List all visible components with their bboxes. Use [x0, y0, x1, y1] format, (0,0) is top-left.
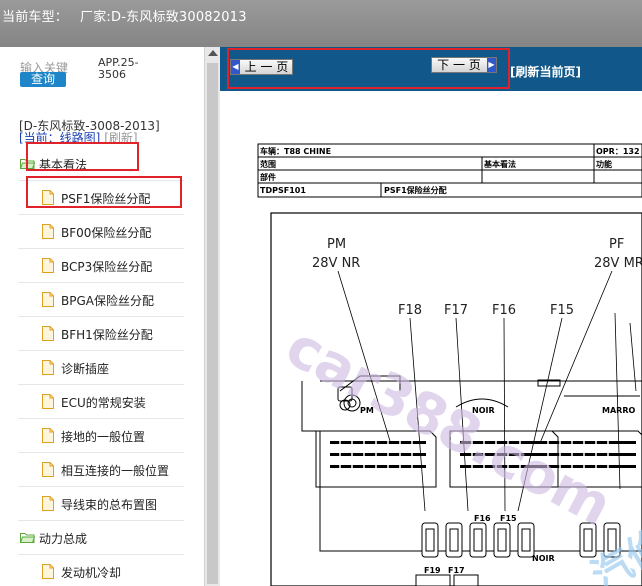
tree-item[interactable]: 相互连接的一般位置: [18, 453, 184, 487]
current-vehicle-label: 当前车型：: [2, 10, 69, 25]
sidebar: 输入关键 查询 APP.25- 3506 [D-东风标致-3008-2013] …: [0, 47, 204, 586]
tree-item-label: BF00保险丝分配: [61, 226, 152, 240]
document-icon: [42, 428, 54, 443]
highlight-item-box: [26, 176, 182, 208]
document-icon: [42, 258, 54, 273]
refresh-page-link[interactable]: [刷新当前页]: [510, 63, 581, 80]
tree-list: 基本看法 PSF1保险丝分配 BF00保险丝分配 BCP3保险丝分配 BPGA保险丝分配…: [18, 147, 184, 586]
search-button[interactable]: 查询: [20, 72, 66, 87]
tree-item[interactable]: BF00保险丝分配: [18, 215, 184, 249]
document-icon: [42, 326, 54, 341]
scroll-up-arrow-icon[interactable]: [208, 50, 218, 56]
highlight-category-box: [26, 142, 139, 171]
pf-label: PF: [609, 237, 624, 252]
tree-item[interactable]: BPGA保险丝分配: [18, 283, 184, 317]
doc-part: 部件: [260, 172, 276, 182]
tree-item-label: 相互连接的一般位置: [61, 464, 170, 478]
tree-item-label: 动力总成: [39, 532, 88, 546]
tree-item[interactable]: BFH1保险丝分配: [18, 317, 184, 351]
f19-small: F19: [424, 566, 441, 575]
doc-function: 功能: [596, 159, 612, 169]
tree-item[interactable]: 诊断插座: [18, 351, 184, 385]
current-vehicle-title: 当前车型： 厂家:D-东风标致30082013: [2, 6, 247, 25]
tree-item-label: BPGA保险丝分配: [61, 294, 154, 308]
fuse-label-f15: F15: [550, 303, 574, 318]
marron-label: MARRO: [602, 406, 635, 415]
noir-bottom: NOIR: [532, 554, 555, 563]
pm-volt: 28V NR: [312, 256, 360, 271]
fuse-label-f16: F16: [492, 303, 516, 318]
title-extra: .: [231, 12, 235, 23]
tree-item-label: 诊断插座: [61, 362, 110, 376]
scroll-thumb[interactable]: [207, 63, 218, 584]
folder-open-icon: [19, 532, 36, 543]
document-page: 车辆：T88 CHINE OPR：132 范围 基本看法 功能 部件 TDPSF…: [220, 91, 642, 586]
document-icon: [42, 564, 54, 579]
tree-item-label: BCP3保险丝分配: [61, 260, 153, 274]
document-icon: [42, 360, 54, 375]
document-icon: [42, 496, 54, 511]
document-icon: [42, 224, 54, 239]
doc-opr: OPR：132: [596, 147, 640, 156]
f16-small: F16: [474, 514, 491, 523]
current-vehicle-value: 厂家:D-东风标致30082013: [80, 10, 247, 25]
pm-label: PM: [327, 237, 346, 252]
app-id: APP.25- 3506: [98, 57, 139, 81]
tree-item[interactable]: BCP3保险丝分配: [18, 249, 184, 283]
tree-item[interactable]: ECU的常规安装: [18, 385, 184, 419]
f17-small: F17: [448, 566, 465, 575]
fuse-label-f17: F17: [444, 303, 468, 318]
doc-title: PSF1保险丝分配: [384, 185, 447, 195]
f15-small: F15: [500, 514, 517, 523]
fuse-label-f18: F18: [398, 303, 422, 318]
tree-item-label: 发动机冷却: [61, 566, 122, 580]
tree-item-label: 导线束的总布置图: [61, 498, 158, 512]
tree-item-label: ECU的常规安装: [61, 396, 146, 410]
tree-category[interactable]: 动力总成: [18, 521, 184, 555]
top-title-bar: 当前车型： 厂家:D-东风标致30082013 .: [0, 0, 642, 47]
app-id-line-2: 3506: [98, 68, 126, 81]
doc-code: TDPSF101: [260, 186, 306, 195]
tree-item[interactable]: 接地的一般位置: [18, 419, 184, 453]
document-icon: [42, 462, 54, 477]
doc-scope: 范围: [260, 159, 276, 169]
tree-item-label: BFH1保险丝分配: [61, 328, 153, 342]
document-icon: [42, 394, 54, 409]
tree-item[interactable]: 发动机冷却: [18, 555, 184, 586]
pf-volt: 28V MR: [594, 256, 642, 271]
sidebar-scrollbar[interactable]: [204, 47, 220, 586]
tree-item-label: 接地的一般位置: [61, 430, 146, 444]
doc-vehicle: 车辆：T88 CHINE: [260, 146, 331, 156]
document-icon: [42, 292, 54, 307]
highlight-nav-box: [227, 48, 510, 89]
tree-item[interactable]: 导线束的总布置图: [18, 487, 184, 521]
doc-basic: 基本看法: [483, 159, 516, 169]
